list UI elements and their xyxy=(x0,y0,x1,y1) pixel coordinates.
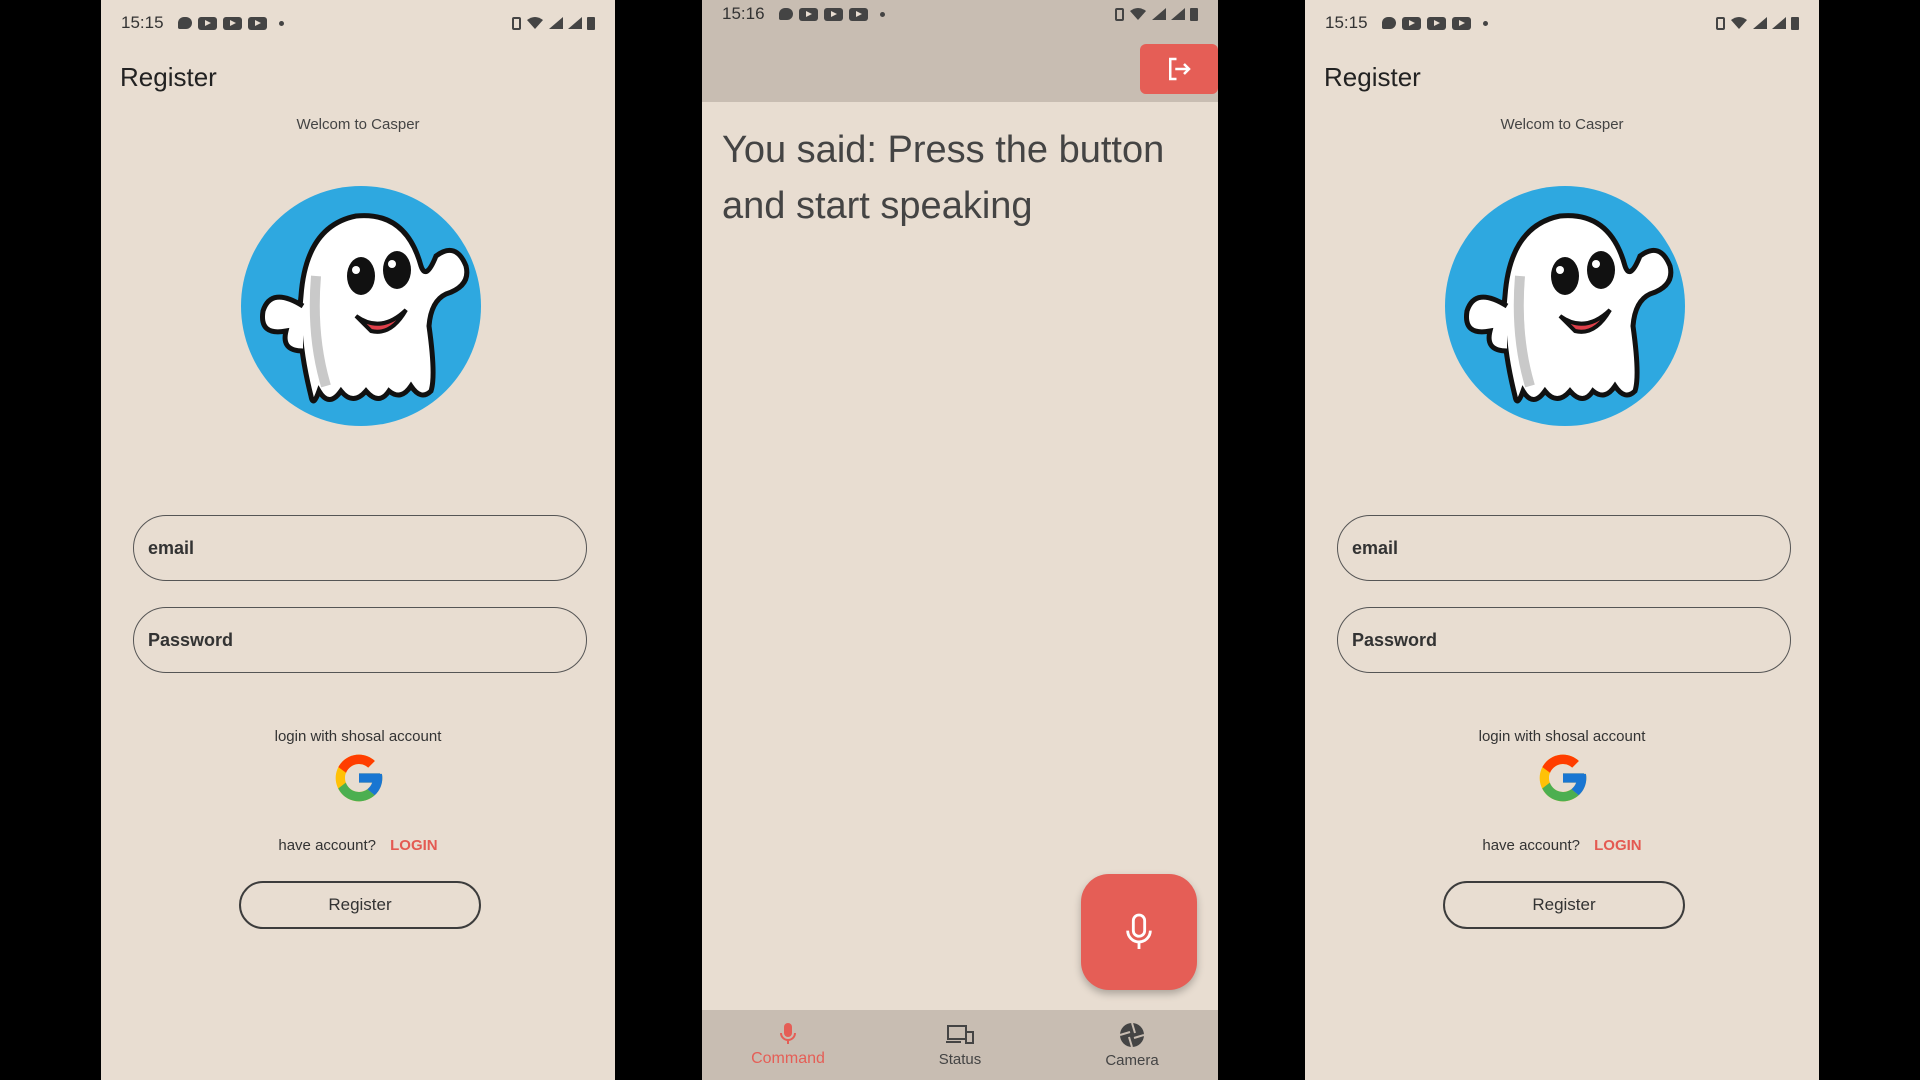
wifi-icon xyxy=(1731,17,1747,29)
more-notifications-icon xyxy=(1482,20,1488,26)
status-time: 15:15 xyxy=(1325,13,1368,32)
signal-icon xyxy=(568,17,582,29)
nav-command[interactable]: Command xyxy=(702,1010,874,1080)
battery-icon xyxy=(1190,7,1198,21)
signal-icon xyxy=(1772,17,1786,29)
login-link[interactable]: LOGIN xyxy=(390,837,438,854)
welcome-text: Welcom to Casper xyxy=(296,116,420,133)
mic-icon xyxy=(780,1023,796,1044)
youtube-icon xyxy=(848,7,868,21)
ghost-logo xyxy=(1445,186,1685,426)
more-notifications-icon xyxy=(278,20,284,26)
youtube-icon xyxy=(798,7,818,21)
have-account-label: have account? xyxy=(1482,837,1580,854)
logout-icon xyxy=(1169,57,1191,81)
chat-icon xyxy=(177,17,192,29)
chat-icon xyxy=(1381,17,1396,29)
password-field[interactable]: Password xyxy=(133,607,587,673)
status-time: 15:15 xyxy=(121,13,164,32)
notification-icons xyxy=(1381,16,1488,30)
wifi-icon xyxy=(1130,8,1146,20)
youtube-icon xyxy=(1451,16,1471,30)
vibrate-icon xyxy=(1716,16,1725,30)
signal-icon xyxy=(1171,8,1185,20)
google-icon[interactable] xyxy=(1535,750,1591,806)
password-field[interactable]: Password xyxy=(1337,607,1791,673)
youtube-icon xyxy=(1401,16,1421,30)
email-field[interactable]: email xyxy=(133,515,587,581)
have-account-row: have account? LOGIN xyxy=(1305,837,1819,854)
notification-icons xyxy=(778,7,885,21)
signal-icon xyxy=(1152,8,1166,20)
nav-camera[interactable]: Camera xyxy=(1046,1010,1218,1080)
google-icon[interactable] xyxy=(331,750,387,806)
ghost-logo xyxy=(241,186,481,426)
status-bar: 15:15 xyxy=(1305,0,1819,46)
nav-label: Status xyxy=(938,1050,982,1068)
page-title: Register xyxy=(1324,62,1421,92)
welcome-text: Welcom to Casper xyxy=(1500,116,1624,133)
register-button[interactable]: Register xyxy=(1443,881,1685,929)
logout-button[interactable] xyxy=(1140,44,1218,94)
status-bar: 15:15 xyxy=(101,0,615,46)
youtube-icon xyxy=(823,7,843,21)
speech-result-text: You said: Press the button and start spe… xyxy=(722,129,1165,227)
bottom-navigation: Command Status Camera xyxy=(702,1010,1218,1080)
nav-label: Camera xyxy=(1105,1051,1159,1069)
have-account-row: have account? LOGIN xyxy=(101,837,615,854)
nav-status[interactable]: Status xyxy=(874,1010,1046,1080)
chat-icon xyxy=(778,8,793,20)
youtube-icon xyxy=(197,16,217,30)
email-field[interactable]: email xyxy=(1337,515,1791,581)
system-icons xyxy=(1716,16,1799,30)
vibrate-icon xyxy=(1115,7,1124,21)
battery-icon xyxy=(587,16,595,30)
register-screen-right: 15:15 Register Welcom to Casper email Pa… xyxy=(1305,0,1819,1080)
youtube-icon xyxy=(1426,16,1446,30)
battery-icon xyxy=(1791,16,1799,30)
social-login-label: login with shosal account xyxy=(1478,728,1646,745)
vibrate-icon xyxy=(512,16,521,30)
page-title: Register xyxy=(120,62,217,92)
have-account-label: have account? xyxy=(278,837,376,854)
wifi-icon xyxy=(527,17,543,29)
microphone-button[interactable] xyxy=(1081,874,1197,990)
youtube-icon xyxy=(222,16,242,30)
nav-label: Command xyxy=(751,1050,825,1067)
login-link[interactable]: LOGIN xyxy=(1594,837,1642,854)
youtube-icon xyxy=(247,16,267,30)
devices-icon xyxy=(946,1024,974,1044)
social-login-label: login with shosal account xyxy=(274,728,442,745)
status-bar: 15:16 xyxy=(702,0,1218,28)
signal-icon xyxy=(549,17,563,29)
register-button[interactable]: Register xyxy=(239,881,481,929)
camera-shutter-icon xyxy=(1119,1022,1145,1047)
system-icons xyxy=(1115,7,1198,21)
system-icons xyxy=(512,16,595,30)
command-screen: 15:16 You said: Press the button and sta… xyxy=(702,0,1218,1080)
mic-icon xyxy=(1126,913,1152,949)
notification-icons xyxy=(177,16,284,30)
signal-icon xyxy=(1753,17,1767,29)
register-screen-left: 15:15 Register Welcom to Casper email Pa… xyxy=(101,0,615,1080)
more-notifications-icon xyxy=(879,11,885,17)
status-time: 15:16 xyxy=(722,4,765,23)
